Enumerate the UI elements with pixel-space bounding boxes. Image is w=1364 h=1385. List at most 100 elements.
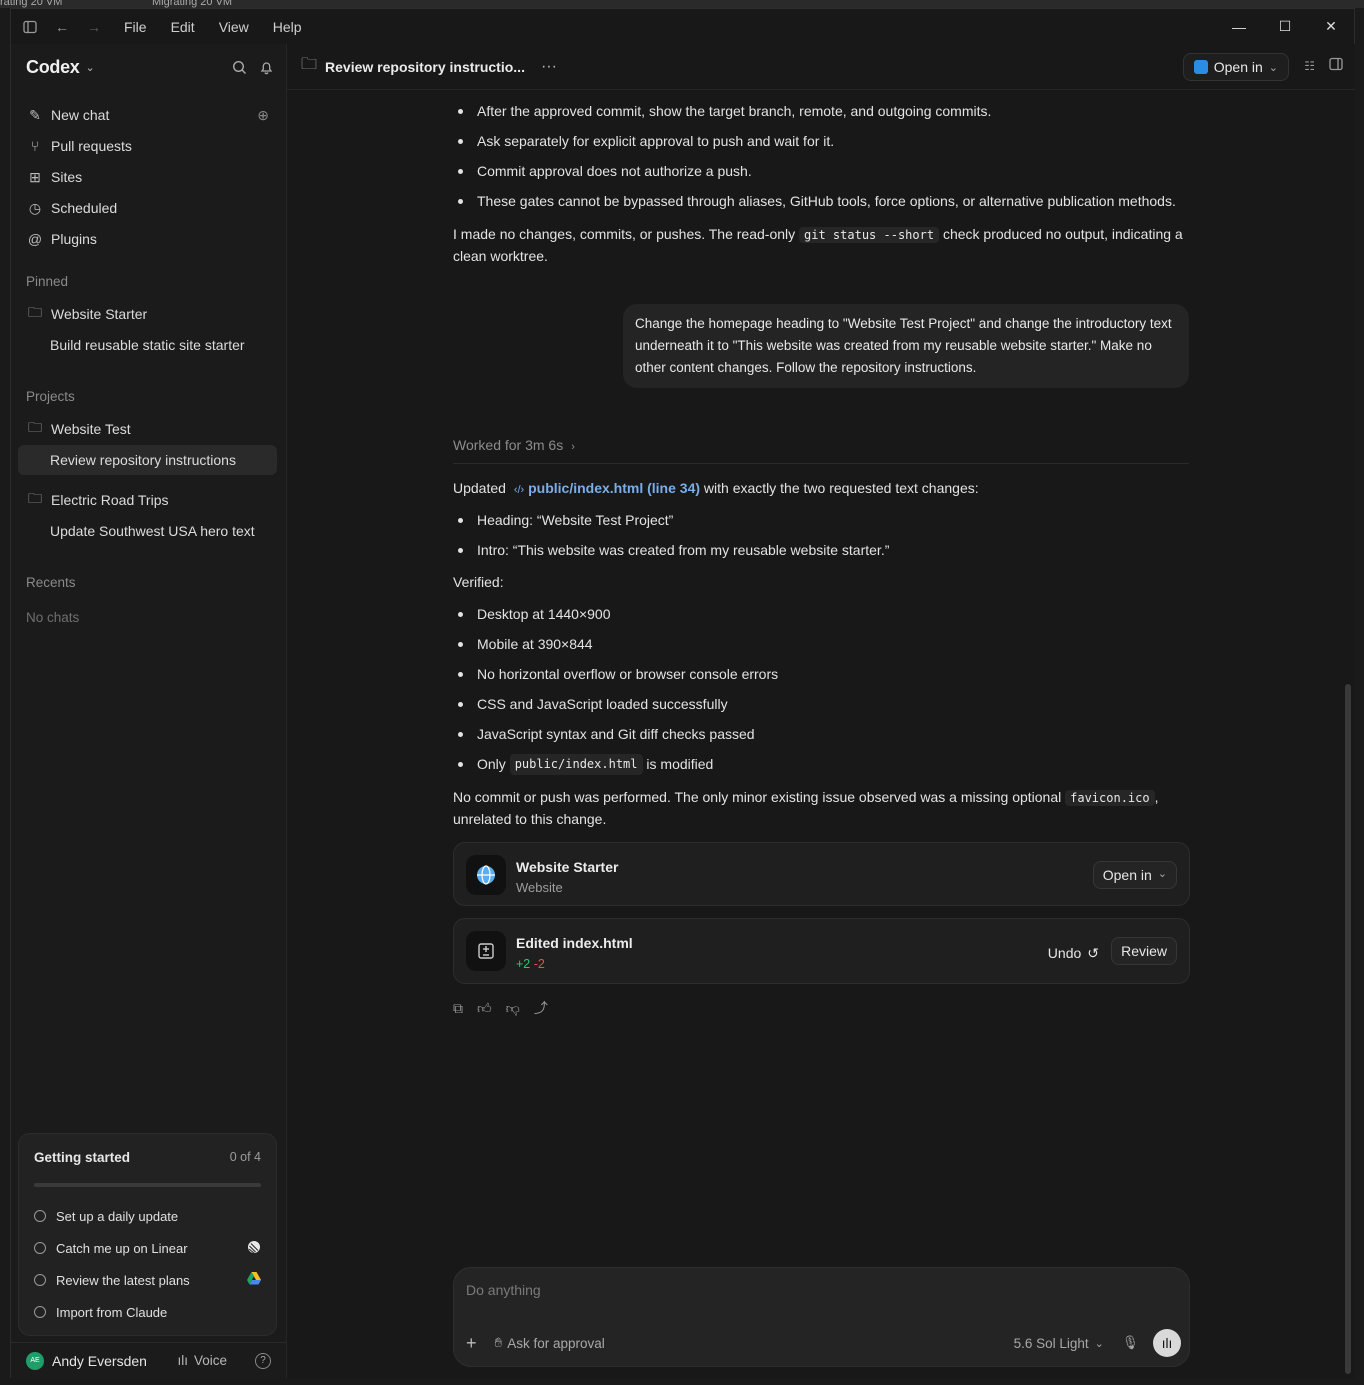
os-tab-label: Migrating 20 VM bbox=[152, 0, 233, 8]
main-panel: 🗀 Review repository instructio... ··· Op… bbox=[286, 44, 1355, 1378]
message-actions: ⧉ 👍︎ 👎︎ ⤴ bbox=[453, 997, 548, 1019]
bell-icon[interactable] bbox=[259, 60, 274, 75]
pinned-project-website-starter[interactable]: 🗀 Website Starter bbox=[18, 299, 277, 329]
sidebar-header: Codex ⌄ bbox=[26, 56, 274, 78]
getting-started-item[interactable]: Review the latest plans bbox=[34, 1270, 261, 1290]
nav-plugins[interactable]: @ Plugins bbox=[18, 224, 277, 254]
share-icon[interactable]: ⤴ bbox=[534, 997, 548, 1019]
site-open-in-button[interactable]: Open in ⌄ bbox=[1092, 861, 1177, 889]
getting-started-item[interactable]: Set up a daily update bbox=[34, 1206, 261, 1226]
app-window: ← → File Edit View Help — ☐ ✕ Codex ⌄ ✎ … bbox=[10, 8, 1355, 1378]
nav-scheduled[interactable]: ◷ Scheduled bbox=[18, 193, 277, 223]
pinned-chat[interactable]: Build reusable static site starter bbox=[18, 330, 277, 360]
diff-stats: +2 -2 bbox=[516, 954, 545, 974]
thumbs-down-icon[interactable]: 👎︎ bbox=[506, 997, 520, 1019]
app-brand[interactable]: Codex bbox=[26, 57, 80, 78]
project-label: Electric Road Trips bbox=[51, 492, 169, 508]
site-card-subtitle: Website bbox=[516, 880, 563, 895]
voice-send-button[interactable]: ılı bbox=[1153, 1329, 1181, 1357]
list-item: Mobile at 390×844 bbox=[453, 633, 593, 655]
nav-new-chat[interactable]: ✎ New chat ⊕ bbox=[18, 100, 277, 130]
composer: + ✋︎ Ask for approval 5.6 Sol Light⌄ 🎙︎ … bbox=[453, 1267, 1190, 1367]
prompt-input[interactable] bbox=[466, 1282, 1166, 1298]
list-item: Intro: “This website was created from my… bbox=[453, 539, 889, 561]
voice-button[interactable]: ılı Voice bbox=[177, 1353, 227, 1368]
plus-icon[interactable]: + bbox=[466, 1333, 477, 1354]
checkbox-circle-icon bbox=[34, 1274, 46, 1286]
edited-file-title: Edited index.html bbox=[516, 935, 633, 951]
model-label: 5.6 Sol Light bbox=[1013, 1335, 1089, 1351]
menu-view[interactable]: View bbox=[207, 19, 261, 35]
plus-circle-icon[interactable]: ⊕ bbox=[257, 107, 269, 124]
forward-arrow-icon[interactable]: → bbox=[84, 17, 104, 37]
project-electric-road-trips[interactable]: 🗀 Electric Road Trips bbox=[18, 485, 277, 515]
voice-label: Voice bbox=[193, 1353, 227, 1368]
user-name[interactable]: Andy Eversden bbox=[52, 1353, 147, 1369]
back-arrow-icon[interactable]: ← bbox=[52, 17, 72, 37]
thread-header: 🗀 Review repository instructio... ··· Op… bbox=[287, 44, 1355, 90]
chat-update-southwest[interactable]: Update Southwest USA hero text bbox=[18, 516, 277, 546]
undo-icon: ↺ bbox=[1087, 945, 1099, 961]
globe-icon bbox=[466, 855, 506, 895]
minimize-icon[interactable]: — bbox=[1216, 9, 1262, 44]
thumbs-up-icon[interactable]: 👍︎ bbox=[477, 997, 492, 1019]
nav-label: Pull requests bbox=[51, 138, 132, 154]
undo-button[interactable]: Undo ↺ bbox=[1048, 942, 1099, 964]
chevron-down-icon: ⌄ bbox=[1157, 868, 1167, 881]
more-icon[interactable]: ··· bbox=[541, 58, 557, 76]
chat-review-repository-instructions[interactable]: Review repository instructions bbox=[18, 445, 277, 475]
window-controls: — ☐ ✕ bbox=[1216, 9, 1354, 44]
nav-label: Sites bbox=[51, 169, 83, 185]
diff-file-icon bbox=[466, 931, 506, 971]
chevron-down-icon: ⌄ bbox=[1094, 1337, 1104, 1350]
updated-paragraph: Updated ‹/› public/index.html (line 34) … bbox=[453, 480, 979, 496]
hand-icon: ✋︎ bbox=[494, 1335, 503, 1350]
panel-toggle-icon[interactable] bbox=[1329, 57, 1343, 76]
final-paragraph: No commit or push was performed. The onl… bbox=[453, 789, 1159, 828]
chat-label: Review repository instructions bbox=[50, 452, 236, 468]
linear-logo-icon bbox=[247, 1240, 261, 1257]
getting-started-item[interactable]: Import from Claude bbox=[34, 1302, 261, 1322]
chevron-down-icon[interactable]: ⌄ bbox=[86, 61, 95, 74]
close-icon[interactable]: ✕ bbox=[1308, 9, 1354, 44]
menu-help[interactable]: Help bbox=[261, 19, 314, 35]
open-in-label: Open in bbox=[1213, 59, 1263, 75]
worked-for-toggle[interactable]: Worked for 3m 6s › bbox=[453, 434, 1189, 464]
open-in-button[interactable]: Open in ⌄ bbox=[1182, 53, 1289, 81]
list-item: Only public/index.html is modified bbox=[453, 753, 713, 775]
review-button[interactable]: Review bbox=[1111, 937, 1177, 965]
copy-icon[interactable]: ⧉ bbox=[453, 997, 463, 1019]
approval-label: Ask for approval bbox=[507, 1335, 605, 1351]
nav-pull-requests[interactable]: ⑂ Pull requests bbox=[18, 131, 277, 161]
item-label: Import from Claude bbox=[56, 1304, 168, 1320]
search-icon[interactable] bbox=[232, 60, 247, 75]
project-label: Website Starter bbox=[51, 306, 148, 322]
checklist-icon[interactable]: ☷ bbox=[1304, 59, 1315, 73]
menu-edit[interactable]: Edit bbox=[159, 19, 207, 35]
sidebar-toggle-icon[interactable] bbox=[20, 17, 40, 37]
project-website-test[interactable]: 🗀 Website Test bbox=[18, 414, 277, 444]
approval-mode-button[interactable]: ✋︎ Ask for approval bbox=[495, 1335, 605, 1351]
scrollbar-thumb[interactable] bbox=[1345, 684, 1351, 1374]
list-item: CSS and JavaScript loaded successfully bbox=[453, 693, 728, 715]
help-icon[interactable]: ? bbox=[255, 1352, 271, 1369]
user-message-bubble: Change the homepage heading to "Website … bbox=[623, 304, 1189, 388]
sidebar: Codex ⌄ ✎ New chat ⊕ ⑂ Pull requests ⊞ S… bbox=[11, 44, 286, 1378]
menu-file[interactable]: File bbox=[112, 19, 159, 35]
code-file-icon: ‹/› bbox=[513, 484, 525, 496]
list-item: Desktop at 1440×900 bbox=[453, 603, 611, 625]
model-selector[interactable]: 5.6 Sol Light ⌄ bbox=[1014, 1336, 1104, 1351]
chevron-right-icon: › bbox=[571, 441, 575, 453]
file-link[interactable]: public/index.html (line 34) bbox=[528, 480, 700, 496]
thread-title[interactable]: Review repository instructio... bbox=[325, 59, 525, 75]
microphone-icon[interactable]: 🎙︎ bbox=[1122, 1335, 1139, 1351]
nav-sites[interactable]: ⊞ Sites bbox=[18, 162, 277, 192]
project-label: Website Test bbox=[51, 421, 131, 437]
maximize-icon[interactable]: ☐ bbox=[1262, 9, 1308, 44]
avatar[interactable]: AE bbox=[26, 1351, 44, 1370]
getting-started-item[interactable]: Catch me up on Linear bbox=[34, 1238, 261, 1258]
section-projects-label: Projects bbox=[26, 389, 75, 404]
os-tab-label: rating 20 VM bbox=[0, 0, 63, 8]
nav-label: New chat bbox=[51, 107, 110, 123]
inline-code: git status --short bbox=[799, 227, 940, 243]
